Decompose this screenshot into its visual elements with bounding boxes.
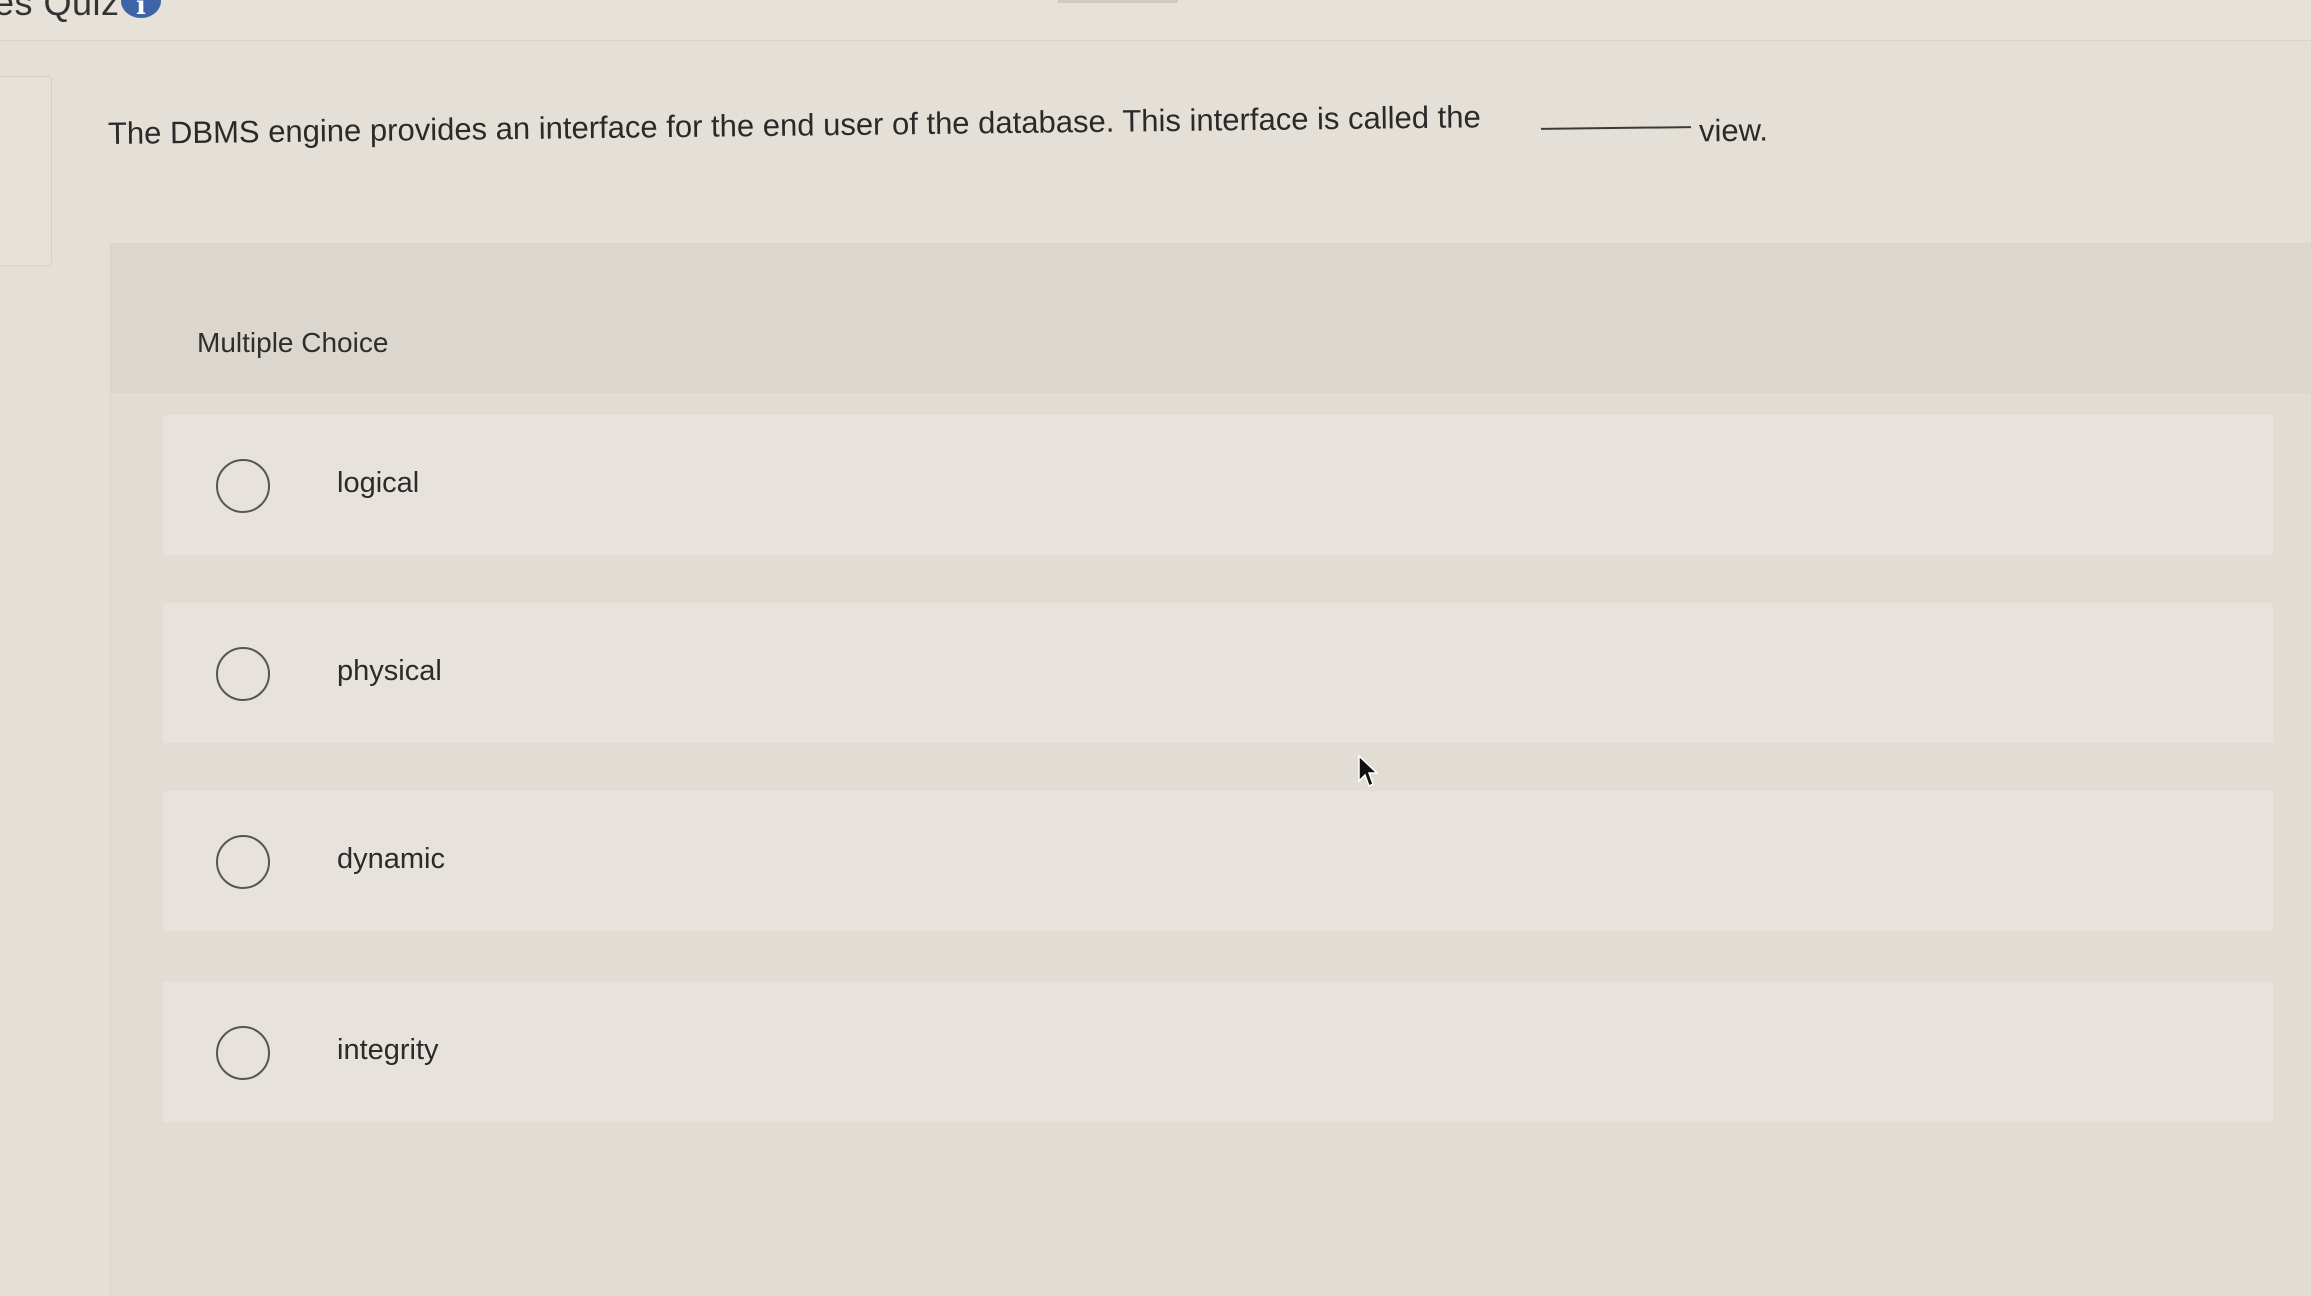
side-panel-tab[interactable]: [0, 76, 52, 266]
question-text-end: view.: [1698, 112, 1769, 149]
question-type-label: Multiple Choice: [197, 327, 389, 358]
answer-panel: Multiple Choice logical physical dynamic…: [110, 243, 2311, 1296]
option-label: physical: [337, 655, 442, 687]
radio-button[interactable]: [216, 1026, 270, 1080]
radio-button[interactable]: [216, 459, 270, 513]
radio-button[interactable]: [216, 647, 270, 701]
answer-option-integrity[interactable]: integrity: [163, 982, 2273, 1122]
answer-option-physical[interactable]: physical: [163, 603, 2273, 743]
answer-blank: [1540, 126, 1692, 130]
question-text: The DBMS engine provides an interface fo…: [107, 99, 1481, 151]
radio-button[interactable]: [216, 835, 270, 889]
option-label: dynamic: [337, 843, 445, 875]
answer-option-dynamic[interactable]: dynamic: [163, 791, 2273, 931]
mouse-pointer-icon: [1358, 755, 1379, 788]
info-icon[interactable]: i: [121, 0, 161, 18]
quiz-title: es Quiz: [0, 0, 120, 23]
question-type-header: Multiple Choice: [111, 243, 2311, 393]
option-label: integrity: [337, 1034, 439, 1066]
tab-indicator: [1058, 0, 1178, 3]
option-label: logical: [337, 467, 420, 499]
answer-option-logical[interactable]: logical: [163, 415, 2273, 555]
top-bar: es Quiz i: [0, 0, 2311, 41]
